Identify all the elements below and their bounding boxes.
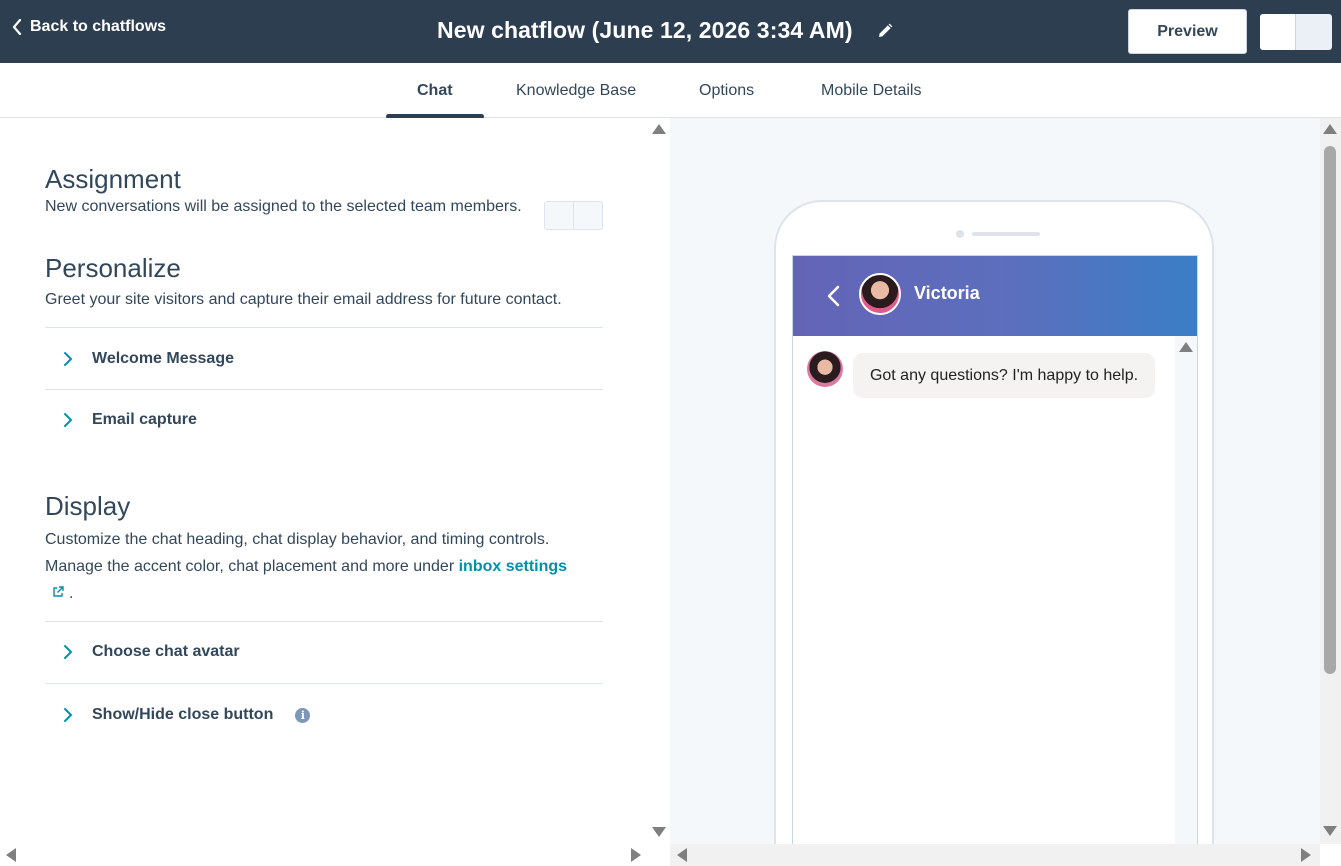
choose-chat-avatar-label: Choose chat avatar <box>92 643 240 660</box>
personalize-description: Greet your site visitors and capture the… <box>45 291 562 308</box>
display-description: Customize the chat heading, chat display… <box>45 526 605 607</box>
agent-name: Victoria <box>914 283 980 303</box>
email-capture-accordion[interactable]: Email capture <box>60 411 197 429</box>
show-hide-close-button-label: Show/Hide close button <box>92 706 274 723</box>
email-capture-label: Email capture <box>92 411 197 428</box>
scroll-down-arrow[interactable] <box>652 827 666 837</box>
chat-header: Victoria <box>793 256 1197 336</box>
chevron-left-icon <box>12 19 22 35</box>
page-scrollbar[interactable] <box>1320 118 1341 844</box>
external-link-icon[interactable] <box>51 585 65 599</box>
tab-bar: Chat Knowledge Base Options Mobile Detai… <box>0 63 1341 119</box>
divider <box>45 389 603 390</box>
chevron-right-icon <box>64 708 72 722</box>
show-hide-close-button-accordion[interactable]: Show/Hide close button i <box>60 706 311 724</box>
view-toggle[interactable] <box>1260 14 1332 50</box>
display-description-line-3: . <box>45 580 605 607</box>
preview-hscrollbar[interactable] <box>670 844 1320 866</box>
preview-button[interactable]: Preview <box>1128 9 1247 54</box>
phone-frame: Victoria Got any questions? I'm happy to… <box>774 200 1214 844</box>
assignment-toggle[interactable] <box>544 201 603 230</box>
settings-scrollbar[interactable] <box>648 118 670 844</box>
choose-chat-avatar-accordion[interactable]: Choose chat avatar <box>60 643 240 661</box>
divider <box>45 621 603 622</box>
toggle-divider <box>573 202 574 229</box>
divider <box>45 683 603 684</box>
chat-scrollbar[interactable] <box>1175 336 1197 844</box>
tab-chat[interactable]: Chat <box>417 82 453 100</box>
chat-scroll-up-arrow[interactable] <box>1179 342 1193 352</box>
divider <box>45 327 603 328</box>
page-title: New chatflow (June 12, 2026 3:34 AM) <box>437 17 853 43</box>
tab-knowledge-base[interactable]: Knowledge Base <box>516 82 636 100</box>
chevron-left-icon[interactable] <box>825 284 841 308</box>
display-description-line-1: Customize the chat heading, chat display… <box>45 531 550 548</box>
page-scroll-down-arrow[interactable] <box>1323 826 1337 836</box>
welcome-message-accordion[interactable]: Welcome Message <box>60 350 234 368</box>
back-to-chatflows-link[interactable]: Back to chatflows <box>12 18 166 36</box>
inbox-settings-link[interactable]: inbox settings <box>459 558 567 575</box>
chat-preview-panel: Victoria Got any questions? I'm happy to… <box>670 118 1320 844</box>
tab-mobile-details[interactable]: Mobile Details <box>821 82 921 100</box>
welcome-message-bubble: Got any questions? I'm happy to help. <box>853 353 1155 398</box>
agent-avatar <box>859 273 901 315</box>
display-description-end: . <box>69 585 74 602</box>
chevron-right-icon <box>64 352 72 366</box>
chevron-right-icon <box>64 413 72 427</box>
assignment-description: New conversations will be assigned to th… <box>45 198 522 215</box>
back-label: Back to chatflows <box>30 18 167 35</box>
view-toggle-left[interactable] <box>1260 14 1296 50</box>
settings-panel: Assignment New conversations will be ass… <box>0 118 648 844</box>
personalize-title: Personalize <box>45 253 181 283</box>
display-title: Display <box>45 491 131 521</box>
preview-scroll-left-arrow[interactable] <box>677 848 687 862</box>
preview-scroll-right-arrow[interactable] <box>1301 848 1311 862</box>
page-scroll-up-arrow[interactable] <box>1323 124 1337 134</box>
pencil-icon[interactable] <box>876 22 894 40</box>
display-description-line-2: Manage the accent color, chat placement … <box>45 553 605 580</box>
tab-options[interactable]: Options <box>699 82 754 100</box>
phone-speaker <box>972 232 1040 236</box>
display-description-text: Manage the accent color, chat placement … <box>45 558 455 575</box>
chat-widget: Victoria Got any questions? I'm happy to… <box>792 255 1198 844</box>
scroll-left-arrow[interactable] <box>6 848 16 862</box>
page-scroll-thumb[interactable] <box>1324 146 1336 674</box>
assignment-title: Assignment <box>45 164 181 194</box>
scroll-right-arrow[interactable] <box>631 848 641 862</box>
top-bar: Back to chatflows New chatflow (June 12,… <box>0 0 1341 63</box>
phone-camera <box>956 230 964 238</box>
settings-hscrollbar[interactable] <box>0 844 648 866</box>
info-icon[interactable]: i <box>295 707 311 723</box>
message-avatar <box>807 351 843 387</box>
welcome-message-label: Welcome Message <box>92 350 234 367</box>
scroll-up-arrow[interactable] <box>652 124 666 134</box>
chevron-right-icon <box>64 645 72 659</box>
